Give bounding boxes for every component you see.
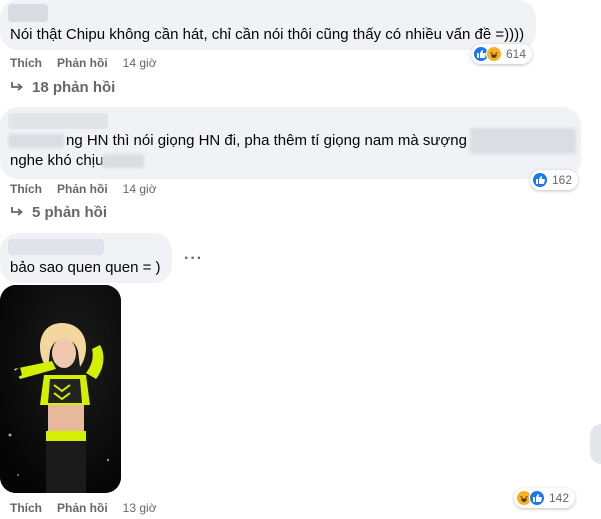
more-options-button[interactable]: ···: [184, 250, 203, 268]
like-icon: [532, 172, 548, 188]
comment-bubble: bảo sao quen quen = ): [0, 233, 172, 283]
like-button[interactable]: Thích: [10, 182, 42, 196]
comment-text: Nói thật Chipu không cần hát, chỉ cần nó…: [10, 26, 525, 43]
replies-count: 18 phản hồi: [32, 79, 116, 96]
edge-floating-button[interactable]: [590, 424, 601, 464]
performer-image: [0, 285, 121, 493]
author-name-blurred[interactable]: [8, 4, 48, 22]
author-name-blurred[interactable]: [8, 113, 108, 129]
reaction-summary[interactable]: 614: [471, 44, 533, 64]
like-button[interactable]: Thích: [10, 56, 42, 70]
redacted-text: [470, 128, 576, 154]
reaction-count: 614: [506, 47, 527, 61]
reply-button[interactable]: Phản hồi: [57, 182, 108, 196]
view-replies-button[interactable]: 18 phản hồi: [10, 79, 115, 96]
replies-count: 5 phản hồi: [32, 204, 107, 221]
comment-timestamp[interactable]: 14 giờ: [123, 56, 157, 70]
reply-arrow-icon: [10, 205, 24, 221]
author-name-blurred[interactable]: [8, 239, 104, 255]
comment-timestamp[interactable]: 14 giờ: [123, 182, 157, 196]
reaction-count: 142: [549, 491, 570, 505]
redacted-text: [8, 134, 64, 148]
comment-text-line2: nghe khó chịu: [10, 152, 104, 169]
reaction-summary[interactable]: 142: [514, 488, 576, 508]
comment-text-line1: ng HN thì nói giọng HN đi, pha thêm tí g…: [66, 132, 467, 149]
comment-text: bảo sao quen quen = ): [10, 259, 161, 276]
comment-timestamp[interactable]: 13 giờ: [123, 501, 157, 515]
comment-bubble: Nói thật Chipu không cần hát, chỉ cần nó…: [0, 0, 536, 50]
comment-photo[interactable]: [0, 285, 121, 493]
like-icon: [529, 490, 545, 506]
view-replies-button[interactable]: 5 phản hồi: [10, 204, 107, 221]
like-button[interactable]: Thích: [10, 501, 42, 515]
reply-button[interactable]: Phản hồi: [57, 56, 108, 70]
reaction-count: 162: [552, 173, 573, 187]
comment-bubble: ng HN thì nói giọng HN đi, pha thêm tí g…: [0, 107, 581, 179]
redacted-text: [102, 154, 144, 168]
comment-actions: Thích Phản hồi 14 giờ: [10, 56, 157, 70]
reaction-summary[interactable]: 162: [530, 170, 579, 190]
comment-actions: Thích Phản hồi 13 giờ: [10, 501, 157, 515]
haha-icon: [486, 46, 502, 62]
reply-button[interactable]: Phản hồi: [57, 501, 108, 515]
reply-arrow-icon: [10, 80, 24, 96]
comment-actions: Thích Phản hồi 14 giờ: [10, 182, 157, 196]
